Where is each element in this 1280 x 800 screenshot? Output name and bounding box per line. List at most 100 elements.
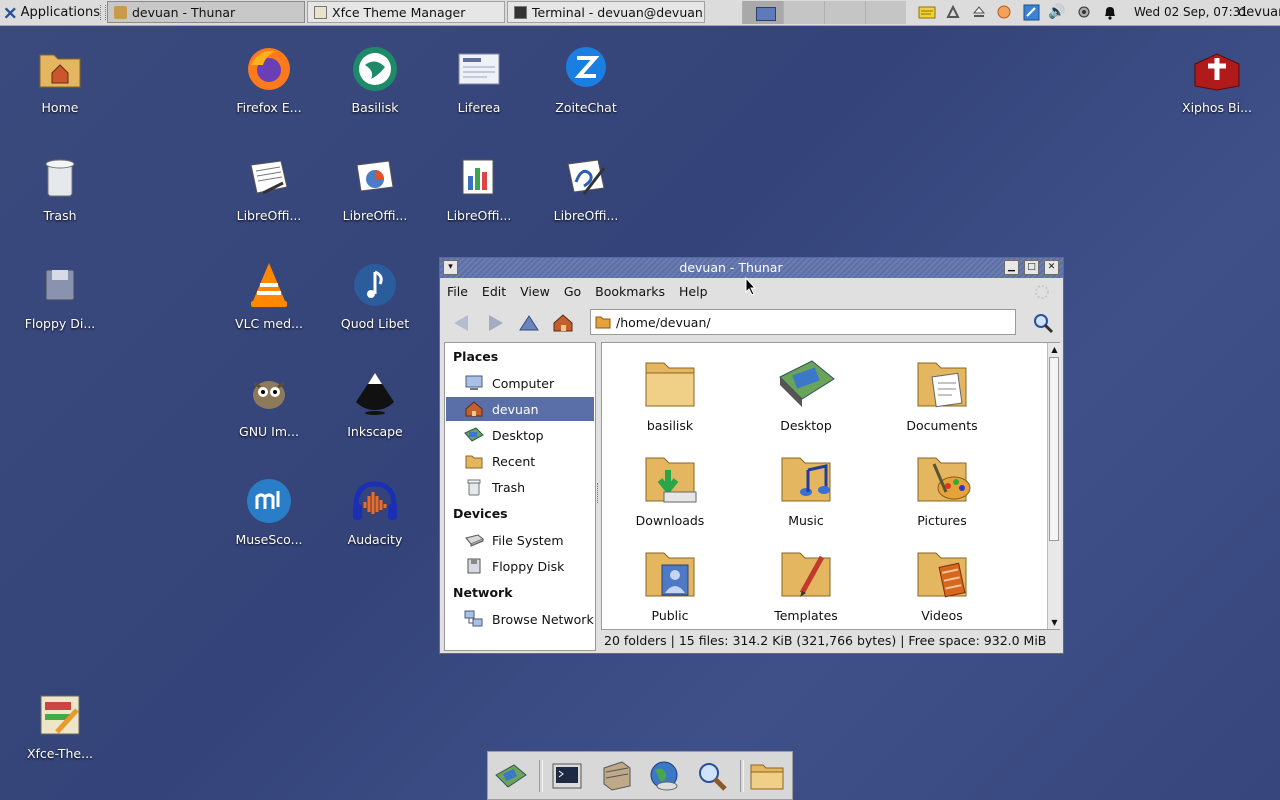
location-path: /home/devuan/: [616, 314, 711, 330]
panel-handle[interactable]: [100, 5, 106, 20]
file-item-templates[interactable]: Templates: [746, 543, 866, 623]
menu-help[interactable]: Help: [672, 284, 715, 299]
volume-icon[interactable]: 🔊: [1048, 3, 1066, 21]
dock-home-folder[interactable]: [749, 758, 785, 794]
desktop-icon-basilisk[interactable]: Basilisk: [327, 44, 423, 115]
file-item-documents[interactable]: Documents: [882, 353, 1002, 433]
desktop-icon-libreoffice-draw[interactable]: LibreOffi...: [538, 152, 634, 223]
desktop-icon-quodlibet[interactable]: Quod Libet: [327, 260, 423, 331]
vertical-scrollbar[interactable]: ▲ ▼: [1047, 343, 1061, 629]
sidebar-item-desktop[interactable]: Desktop: [446, 423, 594, 447]
desktop-icon-libreoffice-writer[interactable]: LibreOffi...: [221, 152, 317, 223]
forward-button[interactable]: [483, 310, 509, 336]
dock-terminal[interactable]: [549, 758, 585, 794]
sidebar-item-label: Recent: [492, 453, 536, 469]
notification-bell-icon[interactable]: [1101, 3, 1119, 21]
updates-icon[interactable]: [995, 3, 1013, 21]
show-desktop-icon: [495, 764, 527, 788]
minimize-button[interactable]: ▁: [1004, 260, 1019, 275]
menu-view[interactable]: View: [513, 284, 557, 299]
desktop-icon-xiphos[interactable]: Xiphos Bi...: [1169, 44, 1265, 115]
task-terminal[interactable]: Terminal - devuan@devuan: ~: [507, 1, 705, 23]
workspace-3[interactable]: [824, 1, 865, 24]
parent-folder-button[interactable]: [516, 310, 542, 336]
desktop-icon-libreoffice-impress[interactable]: LibreOffi...: [327, 152, 423, 223]
search-button[interactable]: [1030, 310, 1056, 336]
network-icon[interactable]: [1022, 3, 1040, 21]
sidebar-item-label: Desktop: [492, 427, 544, 443]
desktop-icon-libreoffice-calc[interactable]: LibreOffi...: [431, 152, 527, 223]
task-label: Terminal - devuan@devuan: ~: [532, 4, 705, 20]
desktop-icon-label: Quod Libet: [340, 316, 410, 331]
desktop-icon-firefox[interactable]: Firefox E...: [221, 44, 317, 115]
desktop-icon-musescore[interactable]: MuseSco...: [221, 476, 317, 547]
desktop-icon-home[interactable]: Home: [12, 44, 108, 115]
libreoffice-impress-icon: [350, 152, 400, 202]
file-item-downloads[interactable]: Downloads: [610, 448, 730, 528]
close-button[interactable]: ✕: [1044, 260, 1059, 275]
file-item-basilisk[interactable]: basilisk: [610, 353, 730, 433]
sidebar-item-label: Browse Network: [492, 611, 594, 627]
file-item-label: Documents: [906, 418, 978, 433]
workspace-1[interactable]: [742, 1, 783, 24]
desktop-icon-gimp[interactable]: GNU Im...: [221, 368, 317, 439]
notes-icon[interactable]: [918, 3, 936, 21]
sidebar-item-trash[interactable]: Trash: [446, 475, 594, 499]
task-theme-manager[interactable]: Xfce Theme Manager: [307, 1, 505, 23]
xfce-logo-icon: [4, 6, 16, 19]
window-titlebar[interactable]: ▾ devuan - Thunar ▁ □ ✕: [440, 258, 1063, 278]
home-button[interactable]: [550, 310, 576, 336]
power-icon[interactable]: [1075, 3, 1093, 21]
menu-edit[interactable]: Edit: [475, 284, 513, 299]
sidebar-item-recent[interactable]: Recent: [446, 449, 594, 473]
applications-menu-button[interactable]: Applications: [0, 0, 100, 25]
dock-show-desktop[interactable]: [493, 758, 529, 794]
file-item-pictures[interactable]: Pictures: [882, 448, 1002, 528]
desktop-icon-vlc[interactable]: VLC med...: [221, 260, 317, 331]
workspace-2[interactable]: [783, 1, 824, 24]
desktop-icon-xfce-theme[interactable]: Xfce-The...: [12, 690, 108, 761]
scroll-down-arrow-icon[interactable]: ▼: [1048, 616, 1061, 629]
back-button[interactable]: [448, 310, 474, 336]
desktop-icon-label: GNU Im...: [239, 424, 299, 439]
clock[interactable]: Wed 02 Sep, 07:31: [1134, 0, 1248, 25]
liferea-icon: [454, 44, 504, 94]
eject-icon[interactable]: [970, 3, 988, 21]
sidebar-item-browse-network[interactable]: Browse Network: [446, 607, 594, 631]
sidebar-item-devuan[interactable]: devuan: [446, 397, 594, 421]
sidebar-item-file-system[interactable]: File System: [446, 528, 594, 552]
file-item-public[interactable]: Public: [610, 543, 730, 623]
desktop-icon-zoitechat[interactable]: ZoiteChat: [538, 44, 634, 115]
dock-web-browser[interactable]: [646, 758, 682, 794]
desktop-icon-audacity[interactable]: Audacity: [327, 476, 423, 547]
dock-search[interactable]: [694, 758, 730, 794]
file-item-label: Pictures: [917, 513, 967, 528]
location-bar[interactable]: /home/devuan/: [590, 309, 1016, 335]
file-item-music[interactable]: Music: [746, 448, 866, 528]
desktop-icon-label: VLC med...: [235, 316, 303, 331]
menu-file[interactable]: File: [440, 284, 475, 299]
maximize-button[interactable]: □: [1024, 260, 1039, 275]
scroll-up-arrow-icon[interactable]: ▲: [1048, 343, 1061, 356]
menu-bookmarks[interactable]: Bookmarks: [588, 284, 672, 299]
task-thunar[interactable]: devuan - Thunar: [107, 1, 305, 23]
workspace-window-preview: [756, 7, 776, 21]
desktop-icon-liferea[interactable]: Liferea: [431, 44, 527, 115]
desktop-icon-floppy[interactable]: Floppy Di...: [12, 260, 108, 331]
dock-file-manager[interactable]: [598, 758, 634, 794]
libreoffice-calc-icon: [454, 152, 504, 202]
sidebar-item-floppy-disk[interactable]: Floppy Disk: [446, 554, 594, 578]
scrollbar-thumb[interactable]: [1049, 357, 1059, 541]
up-arrow-icon: [519, 315, 539, 331]
desktop-icon-trash[interactable]: Trash: [12, 152, 108, 223]
workspace-4[interactable]: [865, 1, 906, 24]
sidebar-item-computer[interactable]: Computer: [446, 371, 594, 395]
forward-arrow-icon: [489, 315, 503, 331]
window-menu-button[interactable]: ▾: [443, 260, 458, 275]
desktop-icon-inkscape[interactable]: Inkscape: [327, 368, 423, 439]
file-item-desktop[interactable]: Desktop: [746, 353, 866, 433]
file-item-videos[interactable]: Videos: [882, 543, 1002, 623]
user-menu[interactable]: devuan: [1238, 0, 1280, 25]
clipboard-icon[interactable]: [944, 3, 962, 21]
menu-go[interactable]: Go: [557, 284, 588, 299]
